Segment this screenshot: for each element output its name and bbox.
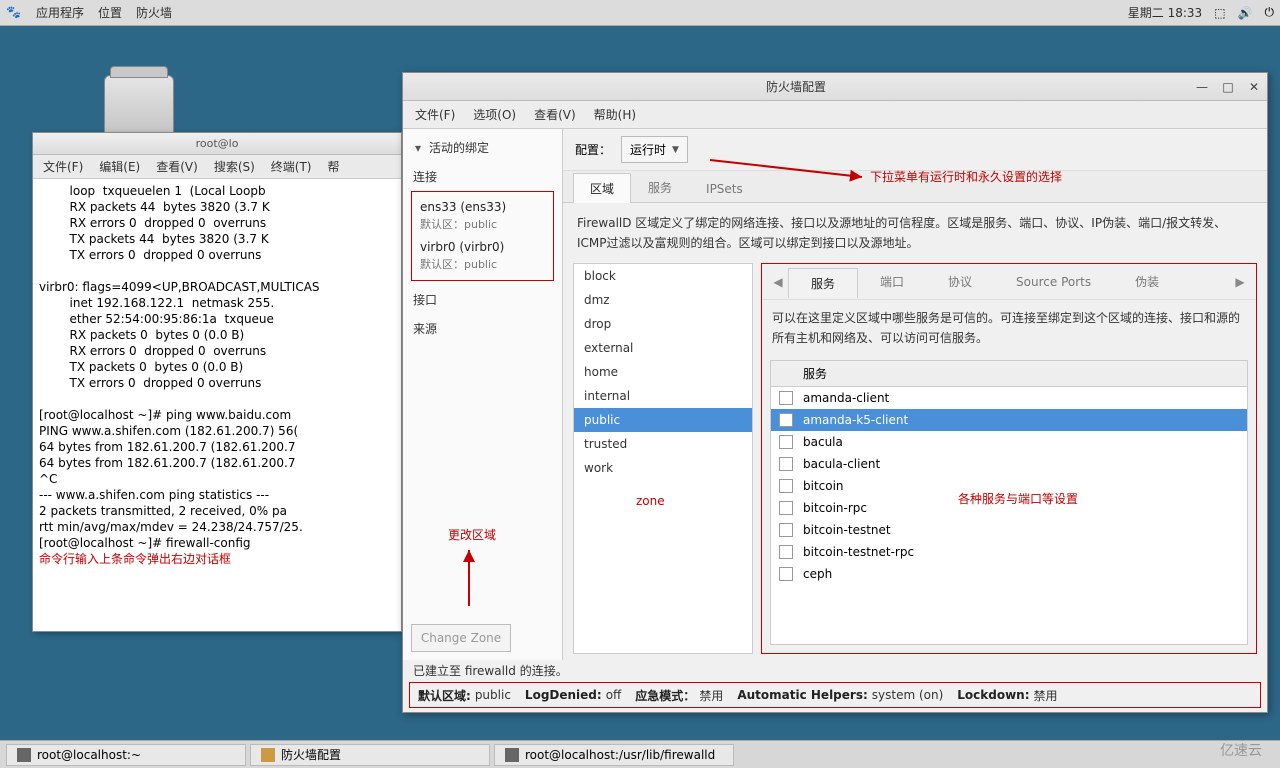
zone-config-panel: ◀ 服务 端口 协议 Source Ports 伪装 ▶ 可以在这里定义区域中哪… xyxy=(761,263,1257,654)
minimize-button[interactable]: — xyxy=(1193,78,1211,96)
zone-dmz[interactable]: dmz xyxy=(574,288,752,312)
change-zone-button[interactable]: Change Zone xyxy=(411,624,511,652)
checkbox[interactable] xyxy=(779,501,793,515)
zone-work[interactable]: work xyxy=(574,456,752,480)
clock-text[interactable]: 星期二 18:33 xyxy=(1128,4,1202,21)
terminal-menubar: 文件(F) 编辑(E) 查看(V) 搜索(S) 终端(T) 帮 xyxy=(33,155,401,179)
firewall-config-window: 防火墙配置 — □ ✕ 文件(F) 选项(O) 查看(V) 帮助(H) ▾ 活动… xyxy=(402,72,1268,713)
maximize-button[interactable]: □ xyxy=(1219,78,1237,96)
subtab-masquerade[interactable]: 伪装 xyxy=(1113,267,1181,296)
service-row[interactable]: bacula-client xyxy=(771,453,1247,475)
zone-internal[interactable]: internal xyxy=(574,384,752,408)
service-row[interactable]: bitcoin-testnet xyxy=(771,519,1247,541)
menu-applications[interactable]: 应用程序 xyxy=(36,4,84,21)
zone-home[interactable]: home xyxy=(574,360,752,384)
power-icon[interactable]: ⏻ xyxy=(1265,5,1275,20)
service-row[interactable]: bitcoin-testnet-rpc xyxy=(771,541,1247,563)
checkbox[interactable] xyxy=(779,567,793,581)
service-row[interactable]: bitcoin xyxy=(771,475,1247,497)
zone-drop[interactable]: drop xyxy=(574,312,752,336)
zone-description: FirewallD 区域定义了绑定的网络连接、接口以及源地址的可信程度。区域是服… xyxy=(563,203,1267,263)
term-menu-terminal[interactable]: 终端(T) xyxy=(271,158,312,175)
taskbar-terminal-firewalld[interactable]: root@localhost:/usr/lib/firewalld xyxy=(494,744,734,766)
checkbox[interactable] xyxy=(779,545,793,559)
terminal-window: root@lo 文件(F) 编辑(E) 查看(V) 搜索(S) 终端(T) 帮 … xyxy=(32,132,402,632)
connections-list: ens33 (ens33) 默认区：public virbr0 (virbr0)… xyxy=(411,191,554,281)
term-menu-file[interactable]: 文件(F) xyxy=(43,158,83,175)
services-description: 可以在这里定义区域中哪些服务是可信的。可连接至绑定到这个区域的连接、接口和源的所… xyxy=(762,300,1256,356)
tab-zones[interactable]: 区域 xyxy=(573,173,631,203)
chevron-down-icon: ▼ xyxy=(672,145,679,155)
service-row[interactable]: bacula xyxy=(771,431,1247,453)
menu-places[interactable]: 位置 xyxy=(98,4,122,21)
fw-menubar: 文件(F) 选项(O) 查看(V) 帮助(H) xyxy=(403,101,1267,129)
watermark-brand: 亿速云 xyxy=(1220,740,1262,760)
fw-left-panel: ▾ 活动的绑定 连接 ens33 (ens33) 默认区：public virb… xyxy=(403,129,563,660)
service-row[interactable]: amanda-client xyxy=(771,387,1247,409)
subtab-ports[interactable]: 端口 xyxy=(858,267,926,296)
term-menu-search[interactable]: 搜索(S) xyxy=(214,158,255,175)
close-button[interactable]: ✕ xyxy=(1245,78,1263,96)
shield-icon xyxy=(261,748,275,762)
service-row[interactable]: bitcoin-rpc xyxy=(771,497,1247,519)
zone-trusted[interactable]: trusted xyxy=(574,432,752,456)
gnome-taskbar: root@localhost:~ 防火墙配置 root@localhost:/u… xyxy=(0,740,1280,768)
subtab-protocols[interactable]: 协议 xyxy=(926,267,994,296)
zone-public[interactable]: public xyxy=(574,408,752,432)
conn-item-ens33[interactable]: ens33 (ens33) 默认区：public xyxy=(416,196,549,236)
gnome-top-panel: 🐾 应用程序 位置 防火墙 星期二 18:33 ⬚ 🔊 ⏻ xyxy=(0,0,1280,26)
terminal-titlebar[interactable]: root@lo xyxy=(33,133,401,155)
menu-firewall[interactable]: 防火墙 xyxy=(136,4,172,21)
foot-icon: 🐾 xyxy=(6,5,22,21)
taskbar-firewall-config[interactable]: 防火墙配置 xyxy=(250,744,490,766)
config-runtime-dropdown[interactable]: 运行时 ▼ xyxy=(621,136,688,163)
services-column-header[interactable]: 服务 xyxy=(771,361,1247,387)
active-bindings-header[interactable]: ▾ 活动的绑定 xyxy=(411,137,554,158)
fw-menu-help[interactable]: 帮助(H) xyxy=(594,106,636,123)
tab-services[interactable]: 服务 xyxy=(631,172,689,202)
fw-menu-view[interactable]: 查看(V) xyxy=(534,106,576,123)
sources-label: 来源 xyxy=(411,318,554,339)
terminal-icon xyxy=(17,748,31,762)
taskbar-terminal[interactable]: root@localhost:~ xyxy=(6,744,246,766)
connection-status: 已建立至 firewalld 的连接。 xyxy=(403,660,1267,682)
terminal-icon xyxy=(505,748,519,762)
service-row[interactable]: ceph xyxy=(771,563,1247,585)
services-table: 服务 amanda-client amanda-k5-client bacula… xyxy=(770,360,1248,645)
chevron-down-icon: ▾ xyxy=(413,141,423,155)
network-icon[interactable]: ⬚ xyxy=(1214,6,1225,20)
tab-scroll-right[interactable]: ▶ xyxy=(1230,275,1250,289)
interfaces-label: 接口 xyxy=(411,289,554,310)
zone-sub-tabs: ◀ 服务 端口 协议 Source Ports 伪装 ▶ xyxy=(762,264,1256,300)
term-menu-view[interactable]: 查看(V) xyxy=(156,158,198,175)
checkbox[interactable] xyxy=(779,391,793,405)
subtab-services[interactable]: 服务 xyxy=(788,268,858,298)
zone-external[interactable]: external xyxy=(574,336,752,360)
fw-menu-options[interactable]: 选项(O) xyxy=(473,106,516,123)
zone-block[interactable]: block xyxy=(574,264,752,288)
checkbox[interactable] xyxy=(779,413,793,427)
checkbox[interactable] xyxy=(779,457,793,471)
checkbox[interactable] xyxy=(779,479,793,493)
fw-titlebar[interactable]: 防火墙配置 — □ ✕ xyxy=(403,73,1267,101)
connections-label: 连接 xyxy=(411,166,554,187)
service-row[interactable]: amanda-k5-client xyxy=(771,409,1247,431)
terminal-output[interactable]: loop txqueuelen 1 (Local Loopb RX packet… xyxy=(33,179,401,631)
volume-icon[interactable]: 🔊 xyxy=(1238,6,1253,20)
zone-list: block dmz drop external home internal pu… xyxy=(573,263,753,654)
fw-main-tabs: 区域 服务 IPSets xyxy=(563,171,1267,203)
subtab-source-ports[interactable]: Source Ports xyxy=(994,269,1113,295)
term-menu-help[interactable]: 帮 xyxy=(328,158,340,175)
fw-main-panel: 配置： 运行时 ▼ 区域 服务 IPSets FirewallD 区域定义了绑定… xyxy=(563,129,1267,660)
checkbox[interactable] xyxy=(779,435,793,449)
fw-window-title: 防火墙配置 xyxy=(403,78,1189,95)
checkbox[interactable] xyxy=(779,523,793,537)
term-menu-edit[interactable]: 编辑(E) xyxy=(99,158,140,175)
tab-ipsets[interactable]: IPSets xyxy=(689,175,760,202)
fw-status-bar: 默认区域:public LogDenied:off 应急模式：禁用 Automa… xyxy=(409,682,1261,708)
fw-menu-file[interactable]: 文件(F) xyxy=(415,106,455,123)
config-label: 配置： xyxy=(575,141,611,158)
conn-item-virbr0[interactable]: virbr0 (virbr0) 默认区：public xyxy=(416,236,549,276)
tab-scroll-left[interactable]: ◀ xyxy=(768,275,788,289)
